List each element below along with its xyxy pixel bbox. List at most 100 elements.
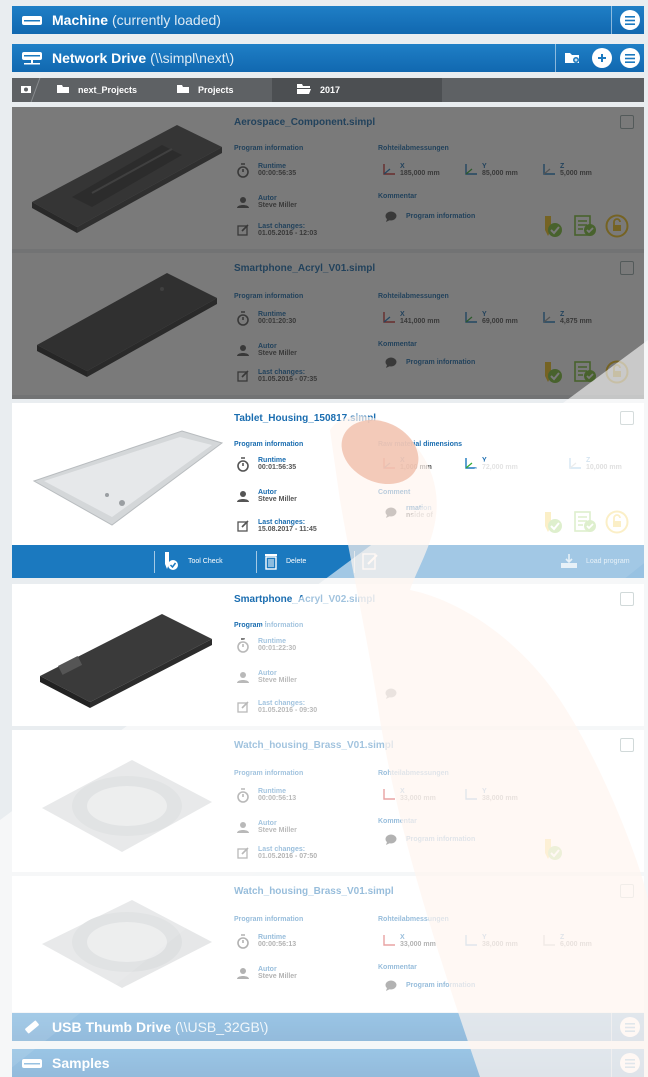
program-card[interactable]: Watch_housing_Brass_V01.simpl Program in… (12, 876, 644, 1012)
part-thumbnail (12, 730, 232, 872)
network-drive-menu-icon[interactable] (620, 48, 640, 68)
dim-z: Z 4,875 mm (542, 311, 592, 325)
machine-menu-icon[interactable] (620, 10, 640, 30)
speech-bubble-icon (382, 684, 400, 702)
usb-drive-bar[interactable]: USB Thumb Drive (\\USB_32GB\) (12, 1013, 644, 1041)
program-card[interactable]: Watch_housing_Brass_V01.simpl Program in… (12, 730, 644, 872)
tool-check-ok-icon (540, 359, 566, 385)
program-card[interactable]: Smartphone_Acryl_V02.simpl Program infor… (12, 584, 644, 726)
home-icon (20, 84, 32, 96)
edit-button[interactable] (354, 545, 378, 578)
program-name: Tablet_Housing_150817.simpl (234, 413, 377, 424)
runtime-field: Runtime 00:01:56:35 (234, 455, 296, 473)
dim-x: X 185,000 mm (382, 163, 440, 177)
stopwatch-icon (234, 636, 252, 654)
network-drive-icon (20, 50, 44, 66)
user-icon (234, 193, 252, 211)
folder-icon (56, 84, 70, 96)
unlock-icon[interactable] (604, 213, 630, 239)
runtime-field: Runtime 00:01:22:30 (234, 636, 296, 654)
breadcrumb-root[interactable] (20, 78, 41, 102)
load-icon (560, 553, 578, 571)
stopwatch-icon (234, 161, 252, 179)
part-thumbnail (12, 876, 232, 1012)
speech-bubble-icon (382, 503, 400, 521)
program-name: Watch_housing_Brass_V01.simpl (234, 886, 394, 897)
section-label: Program information (234, 293, 304, 300)
tool-check-button[interactable]: Tool Check (154, 545, 223, 578)
stopwatch-icon (234, 309, 252, 327)
dim-z: Z 10,000 mm (568, 457, 622, 471)
machine-bar[interactable]: Machine (currently loaded) (12, 6, 644, 34)
speech-bubble-icon (382, 976, 400, 994)
program-card-selected[interactable]: Tablet_Housing_150817.simpl Program info… (12, 403, 644, 545)
divider (611, 6, 612, 34)
runtime-field: Runtime 00:00:56:13 (234, 932, 296, 950)
usb-menu-icon[interactable] (620, 1017, 640, 1037)
comment-field: Program information (382, 976, 475, 994)
divider (611, 1013, 612, 1041)
part-thumbnail (12, 403, 232, 545)
breadcrumb-item-current[interactable]: 2017 (272, 78, 442, 102)
user-icon (234, 487, 252, 505)
edit-icon (234, 698, 252, 716)
new-folder-icon[interactable] (564, 51, 580, 67)
select-checkbox[interactable] (620, 592, 634, 606)
stopwatch-icon (234, 455, 252, 473)
load-program-button[interactable]: Load program (560, 545, 630, 578)
user-icon (234, 668, 252, 686)
breadcrumb-item[interactable]: next_Projects (56, 78, 137, 102)
speech-bubble-icon (382, 207, 400, 225)
speech-bubble-icon (382, 353, 400, 371)
section-label: Rohteilabmessungen (378, 916, 449, 923)
dim-x: X 33,000 mm (382, 788, 436, 802)
select-checkbox[interactable] (620, 884, 634, 898)
select-checkbox[interactable] (620, 261, 634, 275)
tool-check-ok-icon (540, 509, 566, 535)
unlock-icon[interactable] (604, 359, 630, 385)
stopwatch-icon (234, 932, 252, 950)
dim-x: X 141,000 mm (382, 311, 440, 325)
dim-x: X 1,000 mm (382, 457, 432, 471)
delete-button[interactable]: Delete (256, 545, 306, 578)
usb-icon (20, 1019, 44, 1035)
user-icon (234, 341, 252, 359)
program-card[interactable]: Aerospace_Component.simpl Program inform… (12, 107, 644, 249)
section-label: Kommentar (378, 818, 417, 825)
axis-icon (464, 457, 478, 471)
dim-y: Y 72,000 mm (464, 457, 518, 471)
select-checkbox[interactable] (620, 411, 634, 425)
machine-icon (20, 12, 44, 28)
dim-z: Z 5,000 mm (542, 163, 592, 177)
usb-drive-path: (\\USB_32GB\) (175, 1019, 269, 1035)
folder-icon (176, 84, 190, 96)
breadcrumb-item[interactable]: Projects (176, 78, 234, 102)
last-changes-field: Last changes: 01.05.2016 - 09:30 (234, 698, 317, 716)
section-label: Program information (234, 916, 304, 923)
section-label: Kommentar (378, 964, 417, 971)
speech-bubble-icon (382, 830, 400, 848)
program-name: Smartphone_Acryl_V01.simpl (234, 263, 376, 274)
select-checkbox[interactable] (620, 115, 634, 129)
axis-icon (382, 788, 396, 802)
tool-check-ok-icon (540, 836, 566, 862)
edit-icon (234, 844, 252, 862)
network-drive-bar[interactable]: Network Drive (\\simpl\next\) (12, 44, 644, 72)
edit-icon (234, 367, 252, 385)
part-thumbnail (12, 584, 232, 726)
runtime-field: Runtime 00:01:20:30 (234, 309, 296, 327)
program-card[interactable]: Smartphone_Acryl_V01.simpl Program infor… (12, 253, 644, 395)
author-field: Autor Steve Miller (234, 818, 297, 836)
add-icon[interactable] (592, 48, 612, 68)
action-bar: Tool Check Delete Load program (12, 545, 644, 578)
select-checkbox[interactable] (620, 738, 634, 752)
section-label: Raw material dimensions (378, 441, 463, 448)
stopwatch-icon (234, 786, 252, 804)
unlock-icon[interactable] (604, 509, 630, 535)
samples-bar[interactable]: Samples (12, 1049, 644, 1077)
section-label: Rohteilabmessungen (378, 145, 449, 152)
section-label: Program information (234, 622, 304, 629)
samples-menu-icon[interactable] (620, 1053, 640, 1073)
program-verified-icon (572, 213, 598, 239)
dim-y: Y 85,000 mm (464, 163, 518, 177)
